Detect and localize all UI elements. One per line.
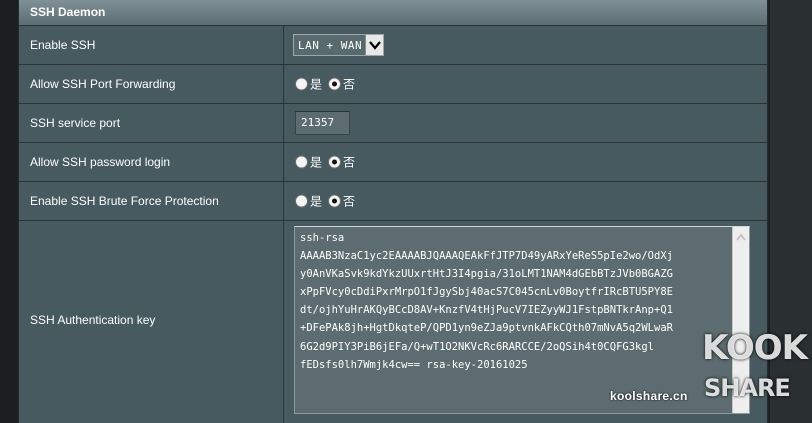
row-enable-ssh: Enable SSH LAN + WAN <box>19 26 767 65</box>
brute-force-label: Enable SSH Brute Force Protection <box>30 194 219 208</box>
radio-checked-icon[interactable] <box>328 155 342 169</box>
service-port-label: SSH service port <box>30 116 121 130</box>
row-service-port: SSH service port 21357 <box>19 104 767 143</box>
radio-checked-icon[interactable] <box>328 77 342 91</box>
chevron-down-icon[interactable] <box>365 35 384 55</box>
service-port-input[interactable]: 21357 <box>295 111 350 135</box>
section-title: SSH Daemon <box>19 0 767 26</box>
brute-force-no-radio[interactable]: 否 <box>328 193 355 210</box>
auth-key-textarea[interactable]: ssh-rsa AAAAB3NzaC1yc2EAAAABJQAAAQEAkFfJ… <box>294 226 750 414</box>
row-brute-force: Enable SSH Brute Force Protection 是 否 <box>19 182 767 221</box>
kookshare-logo-bottom: SHARE <box>704 374 791 402</box>
radio-unchecked-icon[interactable] <box>295 194 308 208</box>
watermark-site: koolshare.cn <box>610 389 688 403</box>
radio-unchecked-icon[interactable] <box>295 155 308 169</box>
enable-ssh-selected-value: LAN + WAN <box>298 38 363 52</box>
kookshare-logo-top: KOOK <box>702 328 808 368</box>
password-login-no-radio[interactable]: 否 <box>328 154 355 171</box>
password-login-label: Allow SSH password login <box>30 155 171 169</box>
password-login-yes-radio[interactable]: 是 <box>295 154 322 171</box>
scroll-up-arrow-icon[interactable] <box>733 229 749 245</box>
auth-key-label: SSH Authentication key <box>30 313 156 327</box>
row-password-login: Allow SSH password login 是 否 <box>19 143 767 182</box>
port-forwarding-yes-radio[interactable]: 是 <box>295 76 322 93</box>
radio-unchecked-icon[interactable] <box>295 77 308 91</box>
auth-key-text: ssh-rsa AAAAB3NzaC1yc2EAAAABJQAAAQEAkFfJ… <box>300 232 673 371</box>
row-port-forwarding: Allow SSH Port Forwarding 是 否 <box>19 65 767 104</box>
port-forwarding-label: Allow SSH Port Forwarding <box>30 77 176 91</box>
brute-force-yes-radio[interactable]: 是 <box>295 193 322 210</box>
port-forwarding-no-radio[interactable]: 否 <box>328 76 355 93</box>
enable-ssh-select[interactable]: LAN + WAN <box>293 34 385 56</box>
radio-checked-icon[interactable] <box>328 194 342 208</box>
enable-ssh-label: Enable SSH <box>30 38 96 52</box>
